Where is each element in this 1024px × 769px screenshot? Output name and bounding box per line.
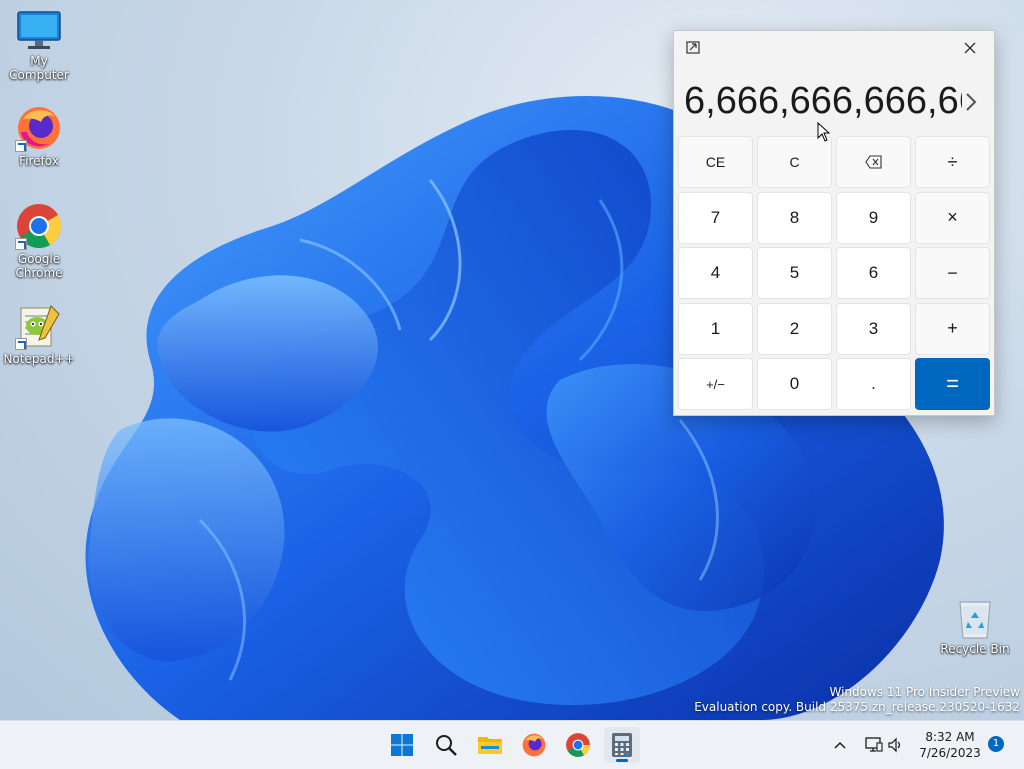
taskbar-firefox-button[interactable] (516, 727, 552, 763)
chrome-icon (566, 733, 590, 757)
digit-3-button[interactable]: 3 (836, 302, 911, 355)
close-button[interactable] (956, 37, 984, 59)
calculator-display: 6,666,666,666,666 (684, 80, 962, 122)
watermark-line-1: Windows 11 Pro Insider Preview (829, 685, 1020, 699)
search-button[interactable] (428, 727, 464, 763)
digit-2-button[interactable]: 2 (757, 302, 832, 355)
shortcut-arrow-icon (15, 338, 27, 350)
keep-on-top-button[interactable] (684, 39, 704, 57)
start-button[interactable] (384, 727, 420, 763)
clear-entry-button[interactable]: CE (678, 136, 753, 188)
desktop-icon-label: Firefox (19, 154, 59, 168)
desktop-icon-label: Google Chrome (15, 252, 63, 280)
shortcut-arrow-icon (15, 238, 27, 250)
digit-4-button[interactable]: 4 (678, 247, 753, 299)
clock-time: 8:32 AM (925, 730, 975, 744)
file-explorer-button[interactable] (472, 727, 508, 763)
search-icon (436, 735, 457, 756)
desktop-icon-firefox[interactable]: Firefox (1, 104, 77, 168)
evaluation-watermark: Windows 11 Pro Insider Preview Evaluatio… (694, 685, 1020, 715)
clock-date: 7/26/2023 (919, 746, 981, 760)
quick-settings-button[interactable] (860, 727, 908, 763)
calculator-window: 6,666,666,666,666 CE C ÷ 7 8 9 × 4 5 6 (673, 30, 995, 416)
plus-button[interactable]: + (915, 302, 990, 355)
clock[interactable]: 8:32 AM 7/26/2023 (915, 729, 985, 761)
digit-9-button[interactable]: 9 (836, 191, 911, 244)
network-icon (865, 737, 883, 752)
digit-5-button[interactable]: 5 (757, 247, 832, 299)
notification-badge[interactable]: 1 (988, 736, 1004, 752)
taskbar-chrome-button[interactable] (560, 727, 596, 763)
display-scroll-right-button[interactable] (960, 87, 982, 117)
calculator-keypad: CE C ÷ 7 8 9 × 4 5 6 − 1 2 3 + +/− 0 . = (678, 136, 991, 410)
minus-button[interactable]: − (915, 247, 990, 299)
desktop-icon-label: Recycle Bin (940, 642, 1010, 656)
recycle-bin-icon (959, 601, 991, 639)
mouse-cursor-icon (817, 122, 831, 142)
desktop-icon-notepadpp[interactable]: Notepad++ (1, 302, 77, 366)
close-icon (964, 42, 976, 54)
taskbar-calculator-button[interactable] (604, 727, 640, 763)
decimal-button[interactable]: . (836, 358, 911, 410)
chevron-right-icon (966, 93, 977, 111)
desktop-icon-recycle-bin[interactable]: Recycle Bin (937, 596, 1013, 656)
desktop-icon-label: Notepad++ (3, 352, 75, 366)
chevron-up-icon (834, 741, 846, 749)
calculator-icon (612, 733, 632, 757)
taskbar: 8:32 AM 7/26/2023 1 (0, 720, 1024, 769)
digit-7-button[interactable]: 7 (678, 191, 753, 244)
file-explorer-icon (478, 737, 502, 754)
negate-button[interactable]: +/− (678, 358, 753, 410)
clear-button[interactable]: C (757, 136, 832, 188)
desktop-icon-google-chrome[interactable]: Google Chrome (1, 202, 77, 280)
desktop-icon-my-computer[interactable]: My Computer (1, 10, 77, 82)
desktop: My Computer Firefox Google Chrome Notepa… (0, 0, 1024, 720)
backspace-icon (864, 155, 882, 169)
watermark-line-2: Evaluation copy. Build 25375.zn_release.… (694, 700, 1020, 714)
calculator-titlebar[interactable] (674, 31, 994, 63)
digit-6-button[interactable]: 6 (836, 247, 911, 299)
desktop-icon-label: My Computer (9, 54, 69, 82)
firefox-icon (522, 733, 546, 757)
digit-1-button[interactable]: 1 (678, 302, 753, 355)
volume-icon (888, 737, 901, 753)
digit-0-button[interactable]: 0 (757, 358, 832, 410)
monitor-icon (17, 11, 61, 49)
divide-button[interactable]: ÷ (915, 136, 990, 188)
shortcut-arrow-icon (15, 140, 27, 152)
show-hidden-icons-button[interactable] (826, 727, 854, 763)
restore-icon (686, 41, 700, 54)
multiply-button[interactable]: × (915, 191, 990, 244)
digit-8-button[interactable]: 8 (757, 191, 832, 244)
backspace-button[interactable] (836, 136, 911, 188)
start-icon (391, 734, 413, 756)
equals-button[interactable]: = (915, 358, 990, 410)
